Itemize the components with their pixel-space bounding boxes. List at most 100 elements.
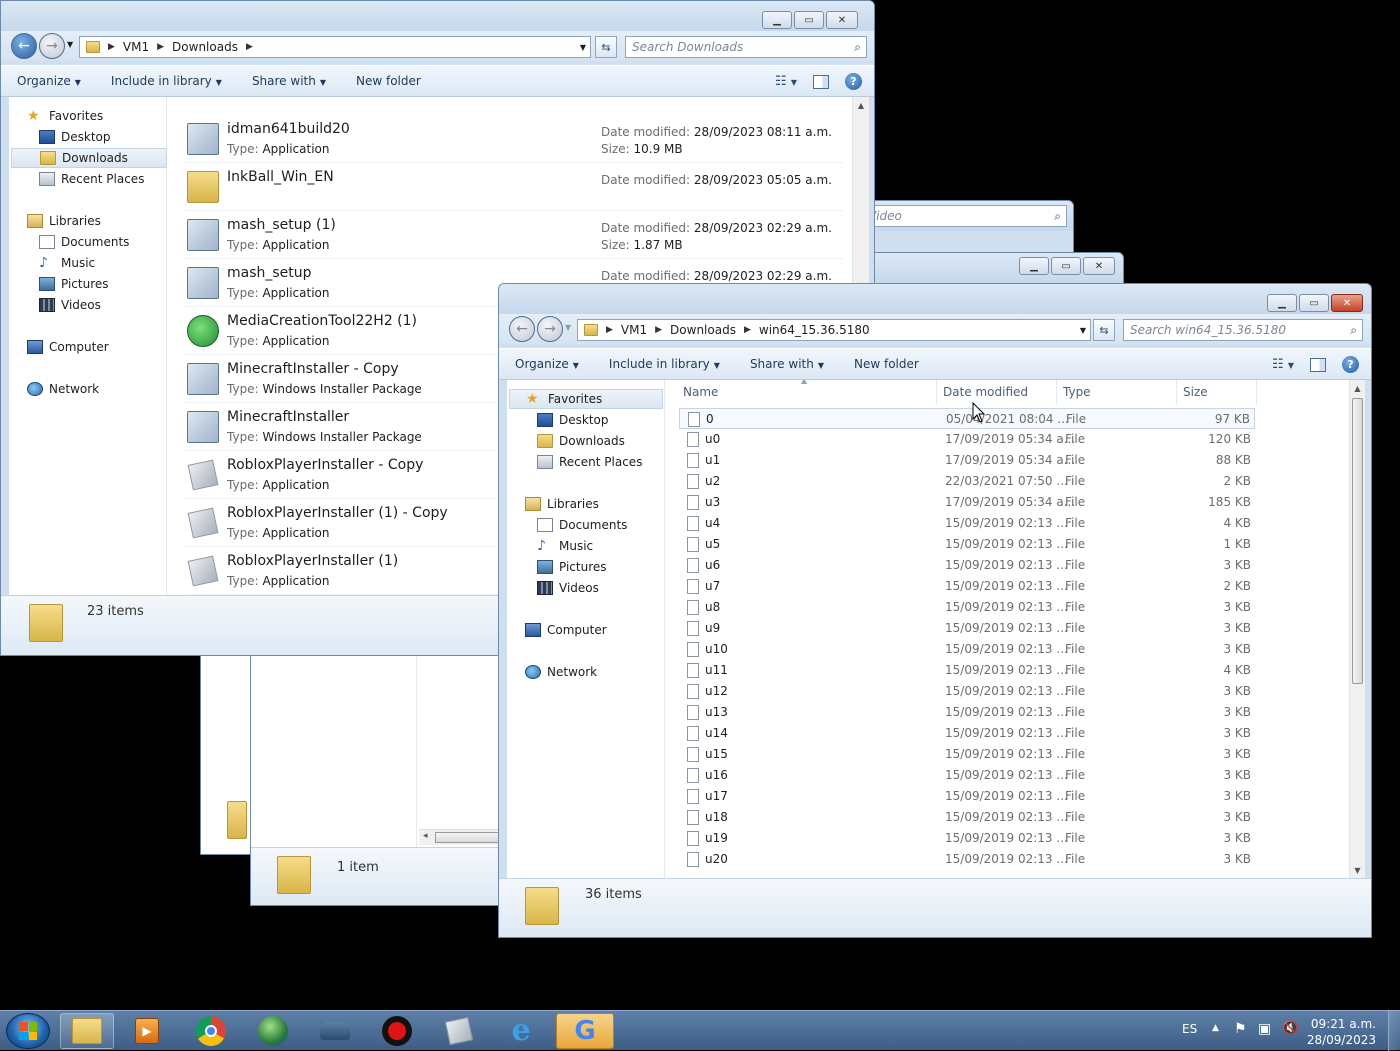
search-input[interactable]: Video ⌕: [861, 205, 1067, 227]
recent-pages-chevron-icon[interactable]: ▼: [565, 323, 571, 332]
close-icon[interactable]: ✕: [1083, 257, 1115, 275]
nav-videos[interactable]: Videos: [39, 295, 101, 315]
nav-documents[interactable]: Documents: [537, 515, 627, 535]
help-icon[interactable]: ?: [1342, 356, 1359, 373]
search-input[interactable]: Search win64_15.36.5180 ⌕: [1123, 319, 1363, 341]
nav-libraries[interactable]: Libraries: [27, 211, 101, 231]
nav-desktop[interactable]: Desktop: [39, 127, 111, 147]
nav-recent-places[interactable]: Recent Places: [39, 169, 144, 189]
breadcrumb-vm1[interactable]: VM1: [621, 323, 647, 337]
clock[interactable]: 09:21 a.m. 28/09/2023: [1306, 1016, 1376, 1048]
title-bar[interactable]: ▁ ▭ ✕: [499, 284, 1371, 314]
new-folder-button[interactable]: New folder: [854, 357, 919, 371]
search-input[interactable]: Search Downloads ⌕: [625, 36, 867, 58]
table-row[interactable]: u7 15/09/2019 02:13 ... File 2 KB: [679, 576, 1255, 597]
taskbar-network-globe-button[interactable]: [246, 1013, 300, 1049]
nav-computer[interactable]: Computer: [27, 337, 109, 357]
taskbar-record-button[interactable]: [370, 1013, 424, 1049]
table-row[interactable]: u5 15/09/2019 02:13 ... File 1 KB: [679, 534, 1255, 555]
column-header-size[interactable]: Size: [1177, 380, 1257, 404]
file-tile[interactable]: idman641build20 Type: Application Date mod…: [185, 115, 843, 163]
back-arrow-icon[interactable]: ←: [11, 33, 37, 59]
table-row[interactable]: u19 15/09/2019 02:13 ... File 3 KB: [679, 828, 1255, 849]
nav-desktop[interactable]: Desktop: [537, 410, 609, 430]
minimize-icon[interactable]: ▁: [762, 11, 792, 29]
breadcrumb-downloads[interactable]: Downloads: [670, 323, 736, 337]
address-bar[interactable]: ▶ VM1 ▶ Downloads ▶ win64_15.36.5180 ▼: [577, 319, 1091, 341]
maximize-icon[interactable]: ▭: [1299, 294, 1329, 312]
table-row[interactable]: u4 15/09/2019 02:13 ... File 4 KB: [679, 513, 1255, 534]
title-bar[interactable]: ▁ ▭ ✕: [861, 253, 1123, 283]
table-row[interactable]: u20 15/09/2019 02:13 ... File 3 KB: [679, 849, 1255, 870]
title-bar[interactable]: ▁ ▭ ✕: [1, 1, 874, 31]
start-button[interactable]: [6, 1013, 50, 1049]
column-header-type[interactable]: Type: [1057, 380, 1177, 404]
nav-music[interactable]: ♪ Music: [537, 536, 593, 556]
nav-computer[interactable]: Computer: [525, 620, 607, 640]
table-row[interactable]: u16 15/09/2019 02:13 ... File 3 KB: [679, 765, 1255, 786]
file-tile[interactable]: InkBall_Win_EN Date modified: 28/09/2023 …: [185, 163, 843, 211]
nav-downloads[interactable]: Downloads: [11, 148, 167, 168]
refresh-icon[interactable]: ⇆: [1093, 319, 1115, 341]
table-row[interactable]: u8 15/09/2019 02:13 ... File 3 KB: [679, 597, 1255, 618]
address-bar[interactable]: ▶ VM1 ▶ Downloads ▶ ▼: [79, 36, 591, 58]
address-dropdown-icon[interactable]: ▼: [1080, 326, 1086, 335]
table-row[interactable]: u9 15/09/2019 02:13 ... File 3 KB: [679, 618, 1255, 639]
back-arrow-icon[interactable]: ←: [509, 316, 535, 342]
address-dropdown-icon[interactable]: ▼: [580, 43, 586, 52]
scroll-down-arrow-icon[interactable]: ▼: [1350, 862, 1365, 878]
maximize-icon[interactable]: ▭: [794, 11, 824, 29]
table-row[interactable]: u17 15/09/2019 02:13 ... File 3 KB: [679, 786, 1255, 807]
preview-pane-icon[interactable]: [813, 74, 829, 89]
close-icon[interactable]: ✕: [1331, 294, 1363, 312]
nav-videos[interactable]: Videos: [537, 578, 599, 598]
preview-pane-icon[interactable]: [1310, 357, 1326, 372]
table-row[interactable]: u14 15/09/2019 02:13 ... File 3 KB: [679, 723, 1255, 744]
refresh-icon[interactable]: ⇆: [595, 36, 617, 58]
nav-network[interactable]: Network: [27, 379, 99, 399]
nav-pictures[interactable]: Pictures: [39, 274, 109, 294]
table-row[interactable]: u11 15/09/2019 02:13 ... File 4 KB: [679, 660, 1255, 681]
nav-favorites[interactable]: ★ Favorites: [509, 389, 663, 409]
nav-music[interactable]: ♪ Music: [39, 253, 95, 273]
scroll-left-arrow-icon[interactable]: ◂: [423, 831, 428, 841]
taskbar-tank-game-button[interactable]: [308, 1013, 362, 1049]
taskbar-chrome-button[interactable]: [184, 1013, 238, 1049]
horizontal-scrollbar[interactable]: ◂: [419, 829, 499, 845]
action-center-flag-icon[interactable]: ⚑: [1234, 1021, 1247, 1037]
scroll-up-arrow-icon[interactable]: ▲: [853, 97, 869, 113]
table-row[interactable]: u2 22/03/2021 07:50 ... File 2 KB: [679, 471, 1255, 492]
nav-network[interactable]: Network: [525, 662, 597, 682]
network-status-icon[interactable]: ▣: [1258, 1021, 1271, 1037]
close-icon[interactable]: ✕: [826, 11, 858, 29]
help-icon[interactable]: ?: [845, 73, 862, 90]
forward-arrow-icon[interactable]: →: [537, 316, 563, 342]
table-row[interactable]: u6 15/09/2019 02:13 ... File 3 KB: [679, 555, 1255, 576]
taskbar-explorer-button[interactable]: [60, 1013, 114, 1049]
forward-arrow-icon[interactable]: →: [39, 33, 65, 59]
scroll-up-arrow-icon[interactable]: ▲: [1350, 380, 1365, 396]
taskbar-ie-button[interactable]: e: [494, 1013, 548, 1049]
breadcrumb-vm1[interactable]: VM1: [123, 40, 149, 54]
nav-documents[interactable]: Documents: [39, 232, 129, 252]
show-desktop-button[interactable]: [1388, 1011, 1400, 1051]
nav-recent-places[interactable]: Recent Places: [537, 452, 642, 472]
language-indicator[interactable]: ES: [1182, 1022, 1197, 1036]
table-row[interactable]: u13 15/09/2019 02:13 ... File 3 KB: [679, 702, 1255, 723]
include-in-library-button[interactable]: Include in library ▼: [111, 74, 222, 88]
nav-downloads[interactable]: Downloads: [537, 431, 625, 451]
include-in-library-button[interactable]: Include in library ▼: [609, 357, 720, 371]
table-row[interactable]: u12 15/09/2019 02:13 ... File 3 KB: [679, 681, 1255, 702]
taskbar-media-player-button[interactable]: ▶: [120, 1013, 174, 1049]
new-folder-button[interactable]: New folder: [356, 74, 421, 88]
table-row[interactable]: u1 17/09/2019 05:34 a... File 88 KB: [679, 450, 1255, 471]
table-row[interactable]: u15 15/09/2019 02:13 ... File 3 KB: [679, 744, 1255, 765]
vertical-scrollbar[interactable]: ▲ ▼: [1349, 380, 1365, 878]
minimize-icon[interactable]: ▁: [1267, 294, 1297, 312]
nav-favorites[interactable]: ★ Favorites: [27, 106, 103, 126]
taskbar-roblox-button[interactable]: [432, 1013, 486, 1049]
recent-pages-chevron-icon[interactable]: ▼: [67, 40, 73, 49]
file-tile[interactable]: mash_setup (1) Type: Application Date modi…: [185, 211, 843, 259]
table-row[interactable]: 0 05/04/2021 08:04 ... File 97 KB: [679, 408, 1255, 429]
table-row[interactable]: u0 17/09/2019 05:34 a... File 120 KB: [679, 429, 1255, 450]
